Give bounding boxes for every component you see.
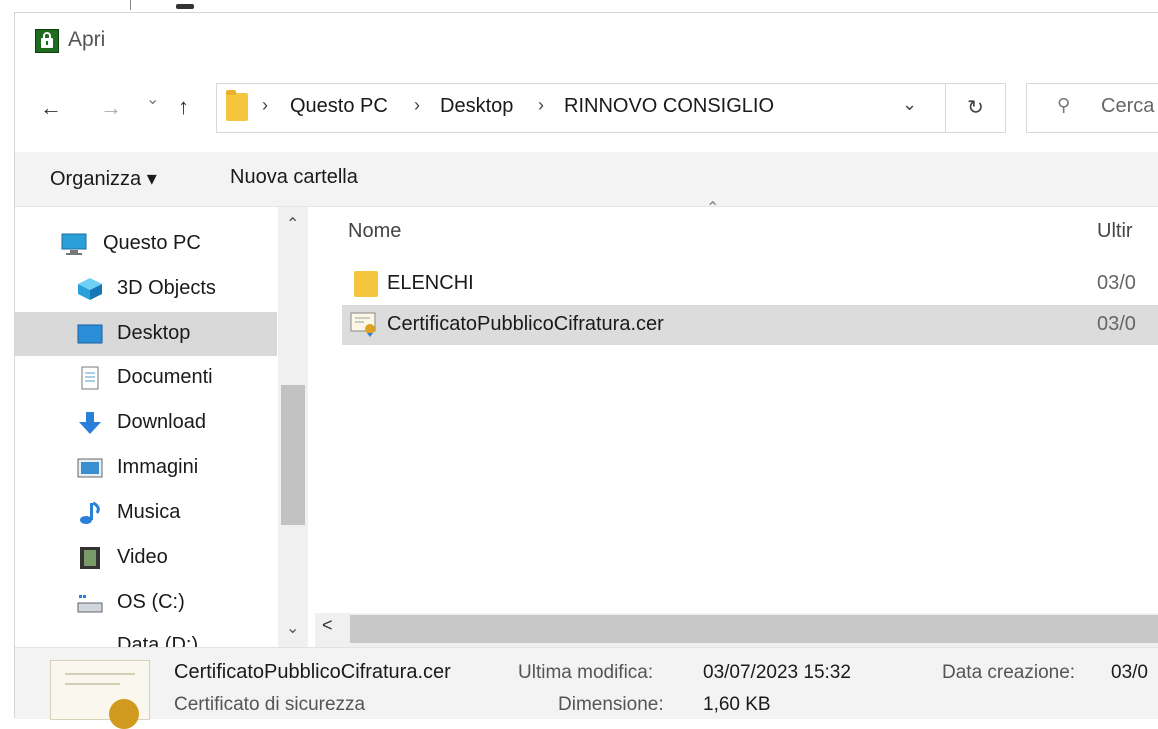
sidebar-item-3d-objects[interactable]: 3D Objects <box>15 267 277 311</box>
pictures-icon <box>77 458 103 478</box>
details-size-value: 1,60 KB <box>703 694 771 715</box>
file-name: CertificatoPubblicoCifratura.cer <box>387 313 664 335</box>
breadcrumb-separator[interactable]: › <box>414 95 420 116</box>
breadcrumb-separator[interactable]: › <box>262 95 268 116</box>
recent-locations-chevron-icon[interactable]: ⌄ <box>146 92 159 108</box>
video-icon <box>80 547 100 569</box>
forward-arrow-icon[interactable]: → <box>100 97 122 119</box>
sidebar-item-documenti[interactable]: Documenti <box>15 356 277 400</box>
sidebar-scrollbar-thumb[interactable] <box>281 385 305 525</box>
sidebar-item-label: 3D Objects <box>117 277 216 299</box>
sidebar-item-label: Download <box>117 411 206 433</box>
scroll-down-icon[interactable]: ⌄ <box>286 618 299 638</box>
up-arrow-icon[interactable]: ↑ <box>178 96 189 118</box>
sort-ascending-icon: ⌃ <box>706 200 720 217</box>
sidebar-item-download[interactable]: Download <box>15 401 277 445</box>
background-glyph <box>176 4 194 9</box>
certificate-icon <box>350 312 376 337</box>
details-modified-label: Ultima modifica: <box>518 662 654 683</box>
sidebar-item-data-d[interactable]: Data (D:) <box>15 632 277 647</box>
address-dropdown-chevron-icon[interactable]: ⌄ <box>902 95 917 113</box>
details-filetype: Certificato di sicurezza <box>174 694 366 715</box>
window-title: Apri <box>68 28 106 51</box>
file-row[interactable]: ELENCHI 03/0 <box>342 264 1158 304</box>
sidebar-item-label: Questo PC <box>103 232 201 254</box>
folder-icon <box>354 271 378 297</box>
desktop-icon <box>77 324 103 344</box>
sidebar-item-desktop[interactable]: Desktop <box>15 312 277 356</box>
folder-icon <box>226 90 248 121</box>
search-placeholder[interactable]: Cerca <box>1101 95 1154 118</box>
sidebar-item-label: OS (C:) <box>117 591 185 613</box>
window-top-border <box>14 12 1158 13</box>
search-icon: ⚲ <box>1057 95 1071 115</box>
details-filename: CertificatoPubblicoCifratura.cer <box>174 661 451 683</box>
details-modified-value: 03/07/2023 15:32 <box>703 662 851 683</box>
breadcrumb-rinnovo-consiglio[interactable]: RINNOVO CONSIGLIO <box>564 95 774 118</box>
sidebar-item-os-c[interactable]: OS (C:) <box>15 581 277 625</box>
details-created-label: Data creazione: <box>942 662 1076 683</box>
details-size-label: Dimensione: <box>558 694 664 715</box>
details-created-value: 03/0 <box>1111 662 1148 683</box>
file-row[interactable]: CertificatoPubblicoCifratura.cer 03/0 <box>342 305 1158 345</box>
sidebar-item-musica[interactable]: Musica <box>15 491 277 535</box>
file-date: 03/0 <box>1097 313 1136 335</box>
column-header-name[interactable]: Nome <box>348 220 401 243</box>
lock-icon <box>35 29 59 53</box>
sidebar-item-video[interactable]: Video <box>15 536 277 580</box>
sidebar-item-immagini[interactable]: Immagini <box>15 446 277 490</box>
file-date: 03/0 <box>1097 272 1136 294</box>
breadcrumb-questo-pc[interactable]: Questo PC <box>290 95 388 118</box>
3d-objects-icon <box>78 278 102 300</box>
music-icon <box>80 501 100 524</box>
back-arrow-icon[interactable]: ← <box>40 97 62 119</box>
organize-menu-button[interactable]: Organizza ▾ <box>50 166 157 191</box>
pc-icon <box>61 233 87 255</box>
sidebar-item-label: Musica <box>117 501 181 523</box>
documents-icon <box>81 366 99 390</box>
breadcrumb-desktop[interactable]: Desktop <box>440 95 513 118</box>
breadcrumb-separator[interactable]: › <box>538 95 544 116</box>
sidebar-item-label: Desktop <box>117 322 191 344</box>
scroll-left-icon[interactable]: < <box>322 615 333 636</box>
file-list-scrollbar-thumb[interactable] <box>350 615 1158 643</box>
divider <box>130 0 131 10</box>
scroll-up-icon[interactable]: ⌃ <box>286 214 299 234</box>
column-header-modified[interactable]: Ultir <box>1097 220 1133 243</box>
command-bar <box>15 152 1158 207</box>
seal-icon <box>109 699 139 729</box>
sidebar-item-label: Documenti <box>117 366 213 388</box>
download-icon <box>79 412 101 434</box>
top-strip <box>0 0 1158 12</box>
new-folder-button[interactable]: Nuova cartella <box>230 166 358 189</box>
sidebar-item-label: Data (D:) <box>117 634 199 647</box>
refresh-icon[interactable]: ↻ <box>946 83 1006 133</box>
drive-icon <box>77 595 103 613</box>
file-name: ELENCHI <box>387 272 474 294</box>
certificate-thumbnail <box>50 660 150 729</box>
sidebar-item-label: Video <box>117 546 168 568</box>
sidebar-item-questo-pc[interactable]: Questo PC <box>15 222 277 266</box>
sidebar-item-label: Immagini <box>117 456 199 478</box>
